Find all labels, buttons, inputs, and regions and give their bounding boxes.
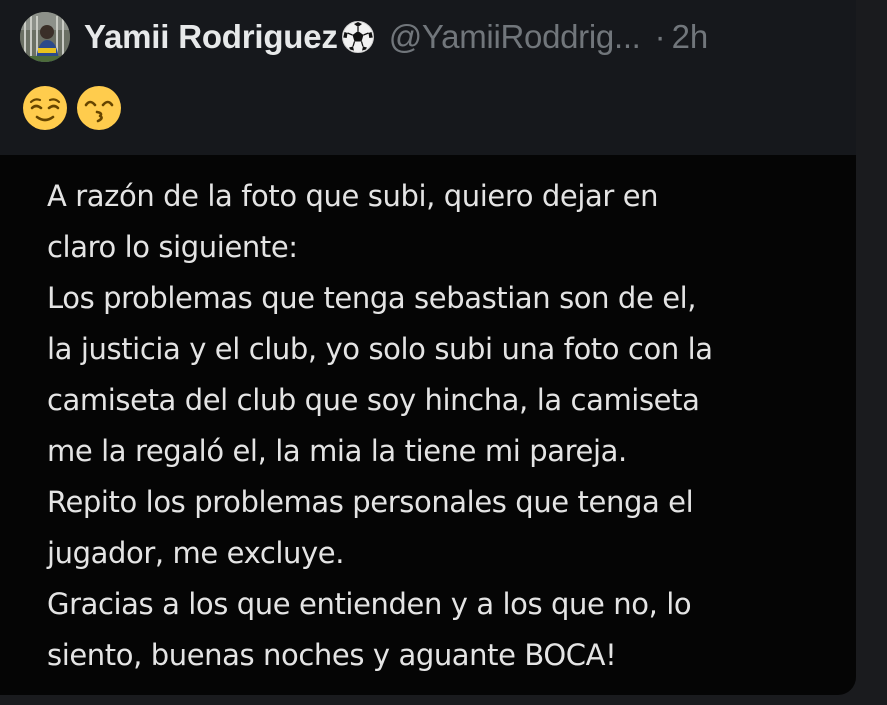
avatar-photo-icon [20, 12, 70, 62]
tweet-body: A razón de la foto que subi, quiero deja… [0, 155, 856, 695]
kissing-face-smiling-eyes-emoji-icon [77, 86, 121, 130]
user-line: Yamii Rodriguez @YamiiRoddrig... · 2h [84, 12, 708, 62]
display-name[interactable]: Yamii Rodriguez [84, 18, 338, 56]
user-handle[interactable]: @YamiiRoddrig... [389, 18, 641, 56]
timestamp[interactable]: 2h [672, 18, 709, 56]
tweet-text-line: Repito los problemas personales que teng… [47, 485, 694, 519]
tweet-text-line: camiseta del club que soy hincha, la cam… [47, 383, 700, 417]
tweet-text-line: siento, buenas noches y aguante BOCA! [47, 638, 617, 672]
tweet-text-line: me la regaló el, la mia la tiene mi pare… [47, 434, 627, 468]
tweet-text-line: jugador, me excluye. [47, 536, 345, 570]
tweet-text-line: A razón de la foto que subi, quiero deja… [47, 179, 659, 213]
tweet-card[interactable]: Yamii Rodriguez @YamiiRoddrig... · 2h A … [0, 0, 856, 695]
emoji-row [22, 85, 122, 131]
soccer-ball-icon [341, 21, 374, 53]
avatar[interactable] [20, 12, 70, 62]
tweet-text-line: Los problemas que tenga sebastian son de… [47, 281, 697, 315]
tweet-text-line: la justicia y el club, yo solo subi una … [47, 332, 713, 366]
separator-dot: · [654, 18, 666, 55]
tweet-header: Yamii Rodriguez @YamiiRoddrig... · 2h [0, 0, 856, 155]
tweet-text: A razón de la foto que subi, quiero deja… [47, 171, 837, 681]
tweet-text-line: Gracias a los que entienden y a los que … [47, 587, 692, 621]
relieved-face-emoji-icon [23, 86, 67, 130]
tweet-text-line: claro lo siguiente: [47, 230, 298, 264]
screenshot-frame: Yamii Rodriguez @YamiiRoddrig... · 2h A … [0, 0, 887, 705]
